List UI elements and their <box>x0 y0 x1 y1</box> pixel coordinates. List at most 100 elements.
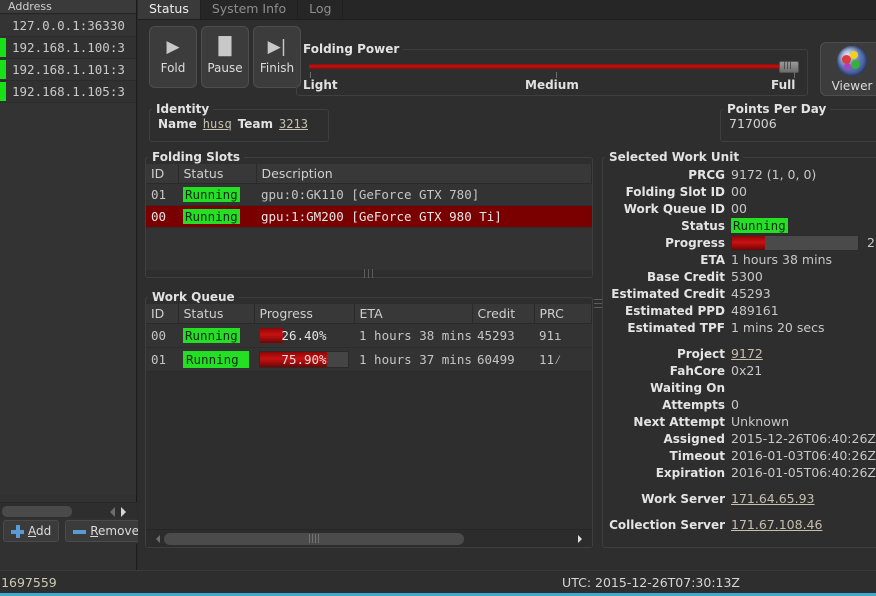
field-label: Work Server <box>641 491 725 506</box>
column-header-status[interactable]: Status <box>178 304 255 324</box>
field-value: 2016-01-03T06:40:26Z <box>731 448 876 463</box>
column-header-id[interactable]: ID <box>146 164 179 184</box>
scroll-right-icon[interactable] <box>578 535 586 543</box>
status-led-icon <box>0 60 6 79</box>
work-unit-field: Expiration 2016-01-05T06:40:26Z <box>603 464 876 481</box>
field-spacer <box>603 336 876 345</box>
queue-status: Running <box>178 323 254 348</box>
fold-button[interactable]: ▶ Fold <box>149 26 197 88</box>
viewer-button[interactable]: Viewer <box>820 42 876 96</box>
progress-text: 75.90% <box>281 352 327 367</box>
field-label: Project <box>676 346 725 361</box>
client-list-buttons: Add Remove <box>0 518 147 544</box>
work-unit-field: Next Attempt Unknown <box>603 413 876 430</box>
work-unit-field: Folding Slot ID 00 <box>603 183 876 200</box>
tab-status[interactable]: Status <box>138 0 201 19</box>
points-per-day-group: Points Per Day 717006 <box>720 102 876 142</box>
folding-power-group: Folding Power Light Medium Full <box>296 42 808 96</box>
folding-power-slider[interactable]: Light Medium Full <box>297 56 807 94</box>
work-queue-hscrollbar[interactable]: |||| <box>146 529 592 547</box>
field-label: Attempts <box>662 397 725 412</box>
column-header-prc[interactable]: PRC <box>534 304 592 324</box>
column-header-status[interactable]: Status <box>178 164 257 184</box>
progress-bar <box>731 234 859 251</box>
top-controls-row: ▶ Fold ▐▌ Pause ▶| Finish Folding Power <box>138 20 876 96</box>
tab-bar: Status System Info Log <box>138 0 876 20</box>
finish-button[interactable]: ▶| Finish <box>253 26 301 88</box>
pause-button[interactable]: ▐▌ Pause <box>201 26 249 88</box>
column-header-description[interactable]: Description <box>256 164 592 184</box>
field-label: Estimated Credit <box>611 286 725 301</box>
client-list-item[interactable]: 192.168.1.100:3 <box>0 37 136 59</box>
status-badge: Running <box>183 328 240 343</box>
table-row-empty <box>146 249 592 270</box>
status-tab-content: ▶ Fold ▐▌ Pause ▶| Finish Folding Power <box>138 20 876 570</box>
field-spacer <box>603 507 876 516</box>
table-row[interactable]: 01 Running 75.90% 1 hours 37 mins 60499 11⁄ <box>146 347 592 372</box>
slots-splitter[interactable]: ||| <box>146 269 592 279</box>
add-client-button[interactable]: Add <box>3 520 60 542</box>
scroll-left-icon[interactable] <box>105 507 115 517</box>
client-list-item[interactable]: 192.168.1.105:3 <box>0 81 136 103</box>
work-unit-field: PRCG 9172 (1, 0, 0) <box>603 166 876 183</box>
scrollbar-thumb[interactable] <box>2 506 72 517</box>
vertical-splitter[interactable]: ||| <box>593 42 603 566</box>
column-header-credit[interactable]: Credit <box>472 304 535 324</box>
slot-status: Running <box>178 183 256 206</box>
field-label: ETA <box>700 252 725 267</box>
remove-client-button[interactable]: Remove <box>65 520 147 542</box>
folding-slots-table[interactable]: ID Status Description 01 Running gpu:0:GK110… <box>146 164 592 270</box>
work-unit-field: Base Credit 5300 <box>603 268 876 285</box>
field-value-link[interactable]: 171.67.108.46 <box>731 517 822 532</box>
client-list-panel: Address 127.0.0.1:36330 192.168.1.100:3 19… <box>0 0 147 570</box>
slider-handle[interactable] <box>779 60 799 73</box>
pause-button-label: Pause <box>207 61 243 75</box>
table-row[interactable]: 01 Running gpu:0:GK110 [GeForce GTX 780] <box>146 183 592 206</box>
client-list[interactable]: 127.0.0.1:36330 192.168.1.100:3 192.168.1.… <box>0 15 136 495</box>
plus-icon <box>11 524 24 538</box>
folding-slots-body[interactable]: 01 Running gpu:0:GK110 [GeForce GTX 780] 00… <box>146 183 592 270</box>
name-value-link[interactable]: husq <box>203 117 232 131</box>
work-queue-table[interactable]: ID Status Progress ETA Credit PRC 00 Running 26… <box>146 304 592 372</box>
field-value-link[interactable]: 9172 <box>731 346 763 361</box>
field-label: Base Credit <box>646 269 725 284</box>
slider-track[interactable] <box>309 60 799 73</box>
scroll-right-icon[interactable] <box>121 507 131 517</box>
field-value: 0 <box>731 397 739 412</box>
column-header-id[interactable]: ID <box>146 304 179 324</box>
queue-credit: 60499 <box>472 347 534 372</box>
client-list-item[interactable]: 127.0.0.1:36330 <box>0 15 136 37</box>
field-label: Estimated TPF <box>627 320 725 335</box>
client-list-header: Address <box>0 0 136 14</box>
table-header-row[interactable]: ID Status Progress ETA Credit PRC <box>146 304 592 324</box>
slot-description: gpu:0:GK110 [GeForce GTX 780] <box>256 183 592 206</box>
column-header-progress[interactable]: Progress <box>254 304 355 324</box>
queue-id: 01 <box>146 347 178 372</box>
add-button-label: Add <box>28 524 52 538</box>
progress-text: 26.40% <box>867 235 876 250</box>
work-queue-body[interactable]: 00 Running 26.40% 1 hours 38 mins 45293 91ı 01… <box>146 323 592 372</box>
table-header-row[interactable]: ID Status Description <box>146 164 592 184</box>
molecule-viewer-icon <box>837 45 867 76</box>
tab-system-info[interactable]: System Info <box>200 0 299 19</box>
field-label: Waiting On <box>650 380 725 395</box>
queue-eta: 1 hours 38 mins <box>354 323 472 348</box>
identity-title: Identity <box>156 102 210 116</box>
work-unit-field: Work Queue ID 00 <box>603 200 876 217</box>
client-list-item[interactable]: 192.168.1.101:3 <box>0 59 136 81</box>
team-value-link[interactable]: 3213 <box>279 117 308 131</box>
selected-work-unit-fields: PRCG 9172 (1, 0, 0) Folding Slot ID 00 Work … <box>603 164 876 533</box>
scrollbar-thumb[interactable]: |||| <box>164 533 464 545</box>
work-unit-field: Attempts 0 <box>603 396 876 413</box>
slot-status: Running <box>178 205 256 228</box>
field-value-link[interactable]: 171.64.65.93 <box>731 491 815 506</box>
work-unit-field: Progress 26.40% <box>603 234 876 251</box>
table-row[interactable]: 00 Running 26.40% 1 hours 38 mins 45293 91ı <box>146 323 592 348</box>
status-badge: Running <box>183 187 240 202</box>
client-list-hscrollbar[interactable] <box>0 502 137 518</box>
tab-log[interactable]: Log <box>298 0 344 19</box>
field-value: 45293 <box>731 286 771 301</box>
table-row[interactable]: 00 Running gpu:1:GM200 [GeForce GTX 980 Ti… <box>146 205 592 228</box>
column-header-eta[interactable]: ETA <box>354 304 473 324</box>
scroll-left-icon[interactable] <box>152 535 160 543</box>
